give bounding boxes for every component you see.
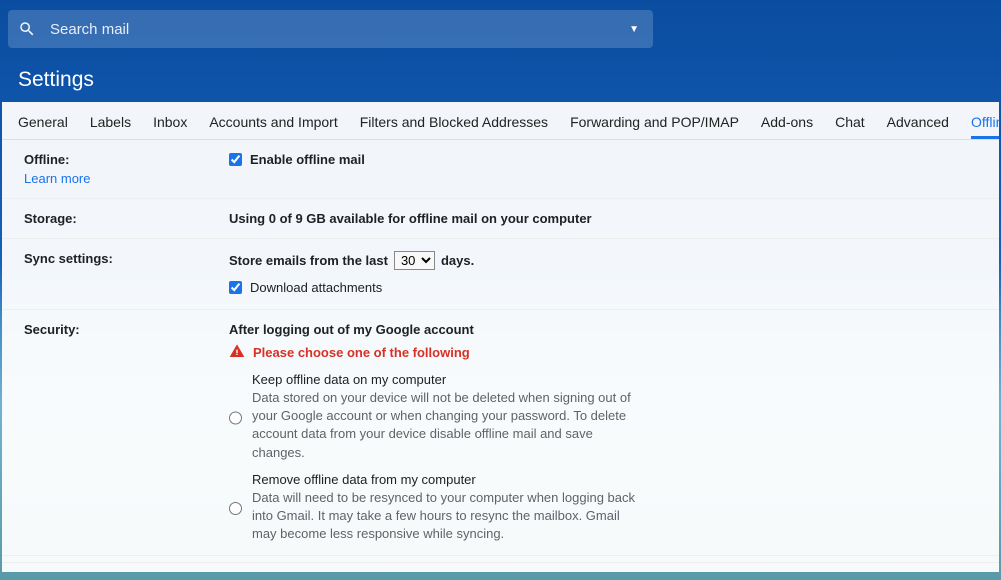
section-label-security: Security: [24, 322, 229, 543]
search-options-caret[interactable]: ▼ [629, 24, 639, 35]
section-label-sync: Sync settings: [24, 251, 229, 297]
keep-data-title: Keep offline data on my computer [252, 372, 642, 387]
remove-data-desc: Data will need to be resynced to your co… [252, 489, 642, 544]
security-warning-row: Please choose one of the following [229, 343, 977, 362]
section-offline: Offline: Learn more Enable offline mail [2, 140, 999, 199]
download-attachments-label: Download attachments [250, 280, 382, 295]
tab-filters-and-blocked-addresses[interactable]: Filters and Blocked Addresses [360, 104, 548, 139]
tab-chat[interactable]: Chat [835, 104, 865, 139]
sync-content: Store emails from the last 30 days. Down… [229, 251, 977, 297]
store-prefix: Store emails from the last [229, 253, 388, 268]
warning-icon [229, 343, 245, 362]
tab-forwarding-and-pop-imap[interactable]: Forwarding and POP/IMAP [570, 104, 739, 139]
storage-text: Using 0 of 9 GB available for offline ma… [229, 211, 977, 226]
security-option-remove[interactable]: Remove offline data from my computer Dat… [229, 472, 977, 544]
tab-add-ons[interactable]: Add-ons [761, 104, 813, 139]
settings-body: Offline: Learn more Enable offline mail … [2, 140, 999, 572]
store-suffix: days. [441, 253, 474, 268]
tab-offline[interactable]: Offline [971, 104, 999, 139]
remove-data-radio[interactable] [229, 474, 242, 544]
days-select[interactable]: 30 [394, 251, 435, 270]
enable-offline-input[interactable] [229, 153, 242, 166]
tab-advanced[interactable]: Advanced [887, 104, 949, 139]
button-row: Save Changes Cancel [2, 562, 999, 572]
tab-accounts-and-import[interactable]: Accounts and Import [209, 104, 337, 139]
offline-content: Enable offline mail [229, 152, 977, 186]
offline-label-text: Offline: [24, 152, 70, 167]
keep-data-desc: Data stored on your device will not be d… [252, 389, 642, 462]
search-icon [18, 20, 36, 38]
security-content: After logging out of my Google account P… [229, 322, 977, 543]
download-attachments-input[interactable] [229, 281, 242, 294]
settings-tabs: General Labels Inbox Accounts and Import Fil… [2, 102, 999, 140]
page-title: Settings [18, 68, 1001, 92]
tab-labels[interactable]: Labels [90, 104, 131, 139]
security-option-keep[interactable]: Keep offline data on my computer Data st… [229, 372, 977, 462]
enable-offline-checkbox[interactable]: Enable offline mail [229, 152, 365, 167]
enable-offline-label: Enable offline mail [250, 152, 365, 167]
security-warning-text: Please choose one of the following [253, 345, 470, 360]
store-emails-row: Store emails from the last 30 days. [229, 251, 977, 270]
remove-data-title: Remove offline data from my computer [252, 472, 642, 487]
keep-data-radio[interactable] [229, 374, 242, 462]
settings-panel: General Labels Inbox Accounts and Import Fil… [2, 102, 999, 572]
download-attachments-checkbox[interactable]: Download attachments [229, 280, 382, 295]
section-label-storage: Storage: [24, 211, 229, 226]
search-placeholder: Search mail [50, 21, 629, 38]
security-heading: After logging out of my Google account [229, 322, 977, 337]
section-sync: Sync settings: Store emails from the las… [2, 239, 999, 310]
search-bar[interactable]: Search mail ▼ [8, 10, 653, 48]
section-storage: Storage: Using 0 of 9 GB available for o… [2, 199, 999, 239]
section-label-offline: Offline: Learn more [24, 152, 229, 186]
tab-general[interactable]: General [18, 104, 68, 139]
learn-more-link[interactable]: Learn more [24, 171, 229, 186]
section-security: Security: After logging out of my Google… [2, 310, 999, 556]
tab-inbox[interactable]: Inbox [153, 104, 187, 139]
